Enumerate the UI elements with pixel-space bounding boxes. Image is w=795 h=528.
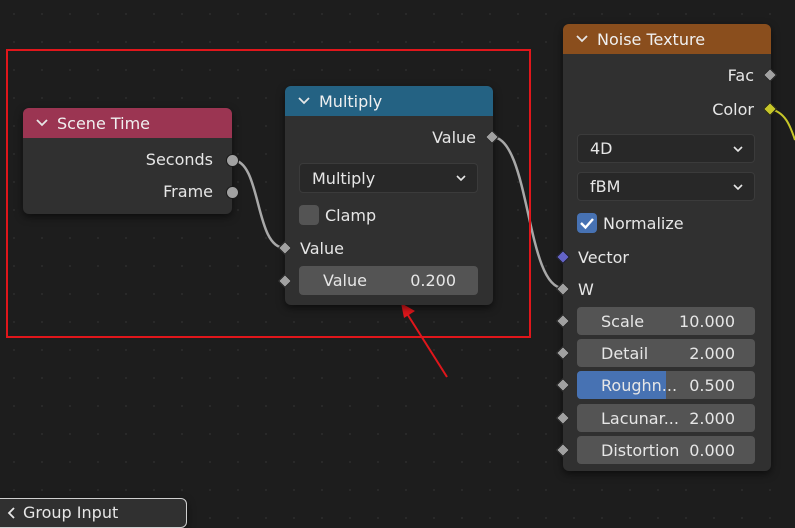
frame-socket[interactable]: [226, 186, 239, 199]
multiply-node[interactable]: Multiply Value Multiply Clamp Value Valu…: [285, 86, 493, 305]
distortion-field-value: 0.000: [689, 440, 735, 460]
chevron-down-icon[interactable]: [575, 32, 589, 46]
w-input-label: W: [578, 280, 594, 299]
group-input-node[interactable]: Group Input: [0, 498, 187, 528]
clamp-label: Clamp: [325, 206, 377, 225]
link-seconds-to-value[interactable]: [231, 158, 286, 250]
chevron-down-icon: [456, 175, 466, 182]
output-frame-label: Frame: [163, 182, 213, 201]
annotation-arrow-line: [405, 311, 448, 378]
chevron-down-icon[interactable]: [297, 94, 311, 108]
chevron-left-icon[interactable]: [5, 506, 17, 520]
vector-input-label: Vector: [578, 248, 629, 267]
lacunarity-field-value: 2.000: [689, 408, 735, 428]
type-dropdown[interactable]: fBM: [577, 172, 755, 201]
multiply-value-field-value: 0.200: [410, 271, 456, 290]
type-value: fBM: [590, 177, 621, 196]
scale-field-label: Scale: [601, 311, 645, 331]
noise-texture-title: Noise Texture: [597, 29, 706, 49]
roughness-field-value: 0.500: [689, 375, 735, 395]
output-seconds-label: Seconds: [145, 150, 213, 169]
chevron-down-icon: [733, 145, 743, 152]
scene-time-header[interactable]: Scene Time: [23, 108, 232, 138]
normalize-checkbox[interactable]: [577, 213, 597, 233]
detail-field-label: Detail: [601, 343, 649, 363]
scene-time-node[interactable]: Scene Time Seconds Frame: [23, 108, 232, 214]
detail-field-value: 2.000: [689, 343, 735, 363]
link-value-to-w[interactable]: [491, 135, 564, 290]
link-color-out[interactable]: [769, 108, 795, 141]
output-fac-label: Fac: [727, 66, 754, 85]
operation-value: Multiply: [312, 168, 376, 188]
multiply-value-field-label: Value: [323, 271, 367, 290]
multiply-title: Multiply: [319, 91, 383, 111]
chevron-down-icon[interactable]: [35, 116, 49, 130]
normalize-label: Normalize: [603, 214, 684, 233]
seconds-socket[interactable]: [226, 154, 239, 167]
noise-texture-header[interactable]: Noise Texture: [563, 24, 771, 54]
operation-dropdown[interactable]: Multiply: [299, 163, 478, 193]
multiply-output-label: Value: [432, 128, 476, 147]
noise-texture-node[interactable]: Noise Texture Fac Color 4D fBM Normalize…: [563, 24, 771, 471]
multiply-header[interactable]: Multiply: [285, 86, 493, 116]
dimensions-dropdown[interactable]: 4D: [577, 134, 755, 163]
lacunarity-field[interactable]: Lacunar... 2.000: [577, 404, 755, 432]
multiply-input-label: Value: [300, 239, 344, 258]
lacunarity-field-label: Lacunar...: [601, 408, 679, 428]
output-color-label: Color: [712, 100, 754, 119]
dimensions-value: 4D: [590, 139, 613, 158]
scene-time-title: Scene Time: [57, 113, 151, 133]
chevron-down-icon: [733, 183, 743, 190]
roughness-slider[interactable]: Roughn... 0.500: [577, 371, 755, 399]
multiply-value-field[interactable]: Value 0.200: [299, 266, 478, 295]
roughness-field-label: Roughn...: [601, 375, 678, 395]
checkmark-icon: [580, 218, 594, 230]
group-input-title: Group Input: [23, 503, 119, 522]
clamp-checkbox[interactable]: [299, 205, 319, 225]
distortion-field[interactable]: Distortion 0.000: [577, 436, 755, 464]
distortion-field-label: Distortion: [601, 440, 680, 460]
scale-field-value: 10.000: [679, 311, 735, 331]
scale-field[interactable]: Scale 10.000: [577, 307, 755, 335]
detail-field[interactable]: Detail 2.000: [577, 339, 755, 367]
